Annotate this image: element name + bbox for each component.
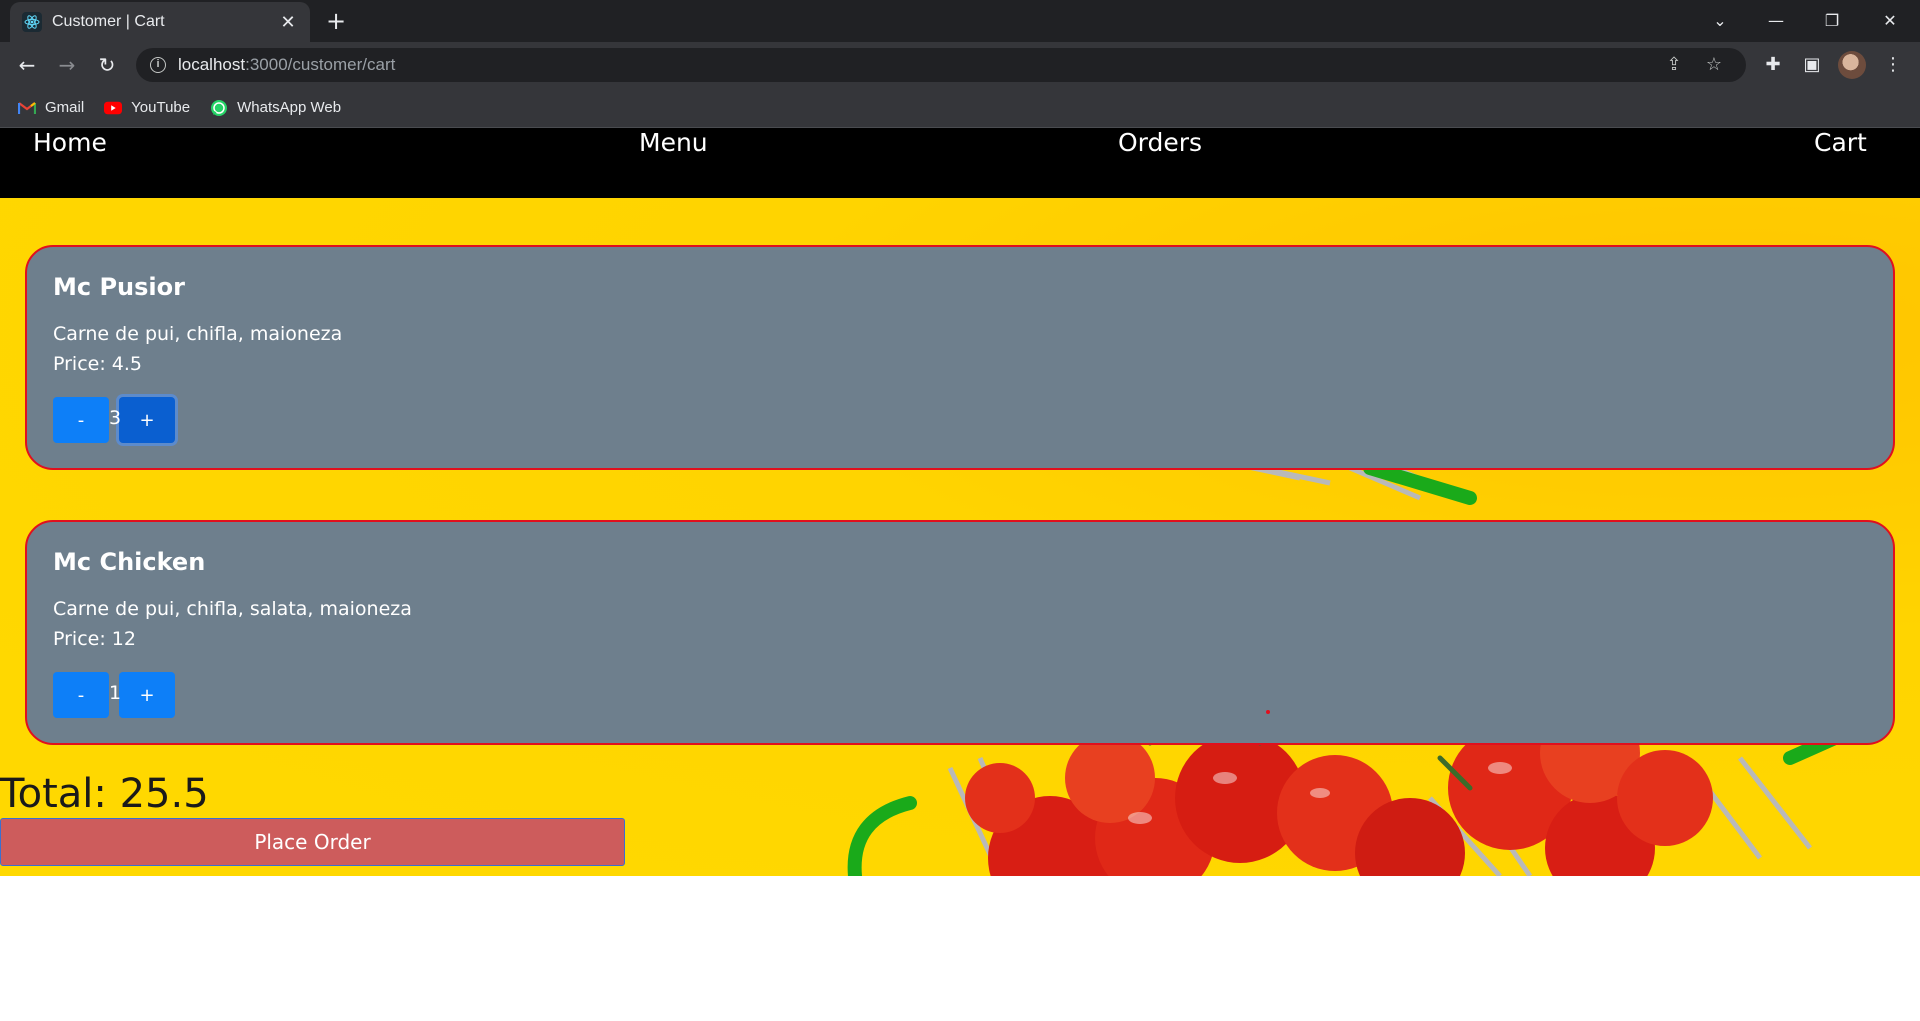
bookmark-label: Gmail — [45, 99, 85, 116]
stray-dot — [1266, 710, 1270, 714]
url-host: localhost — [178, 55, 246, 74]
tab-title: Customer | Cart — [52, 13, 165, 30]
share-icon[interactable]: ⇪ — [1659, 54, 1689, 75]
new-tab-button[interactable]: + — [322, 8, 350, 36]
bookmark-gmail[interactable]: Gmail — [18, 99, 84, 117]
bookmark-youtube[interactable]: YouTube — [104, 99, 190, 117]
whatsapp-icon — [210, 99, 228, 117]
decrease-quantity-button[interactable]: - — [53, 397, 109, 443]
item-price: Price: 12 — [53, 628, 136, 650]
nav-home-link[interactable]: Home — [33, 128, 107, 198]
page-viewport: Home Menu Orders Cart Mc Pusior Carne de… — [0, 128, 1920, 1021]
quantity-stepper: - 3 + — [53, 397, 175, 443]
quantity-stepper: - 1 + — [53, 672, 175, 718]
site-navbar: Home Menu Orders Cart — [0, 128, 1920, 198]
browser-toolbar: ← → ↻ i localhost:3000/customer/cart ⇪ ☆… — [0, 42, 1920, 88]
increase-quantity-button[interactable]: + — [119, 397, 175, 443]
forward-arrow-icon[interactable]: → — [52, 50, 82, 80]
cart-item-card: Mc Pusior Carne de pui, chifla, maioneza… — [25, 245, 1895, 470]
restore-icon[interactable]: ❐ — [1812, 6, 1852, 36]
site-info-icon[interactable]: i — [150, 57, 166, 73]
address-bar[interactable]: i localhost:3000/customer/cart ⇪ ☆ — [136, 48, 1746, 82]
plus-icon: + — [325, 7, 347, 35]
cart-background: Mc Pusior Carne de pui, chifla, maioneza… — [0, 198, 1920, 876]
extensions-puzzle-icon[interactable]: ✚ — [1758, 50, 1788, 80]
nav-menu-link[interactable]: Menu — [639, 128, 708, 198]
bookmark-star-icon[interactable]: ☆ — [1699, 54, 1729, 75]
gmail-icon — [18, 99, 36, 117]
more-menu-icon[interactable]: ⋮ — [1878, 50, 1908, 80]
nav-cart-link[interactable]: Cart — [1814, 128, 1867, 198]
browser-tab[interactable]: Customer | Cart ✕ — [10, 2, 310, 42]
react-icon — [22, 12, 42, 32]
back-arrow-icon[interactable]: ← — [12, 50, 42, 80]
cart-total: Total: 25.5 — [0, 771, 209, 817]
cart-item-card: Mc Chicken Carne de pui, chifla, salata,… — [25, 520, 1895, 745]
item-name: Mc Chicken — [53, 548, 206, 576]
decrease-quantity-button[interactable]: - — [53, 672, 109, 718]
bookmark-label: YouTube — [131, 99, 191, 116]
side-panel-icon[interactable]: ▣ — [1797, 50, 1827, 80]
bookmark-label: WhatsApp Web — [237, 99, 342, 116]
minimize-icon[interactable]: — — [1756, 6, 1796, 36]
item-price: Price: 4.5 — [53, 353, 143, 375]
youtube-icon — [104, 99, 123, 117]
item-quantity: 3 — [109, 407, 122, 429]
tab-close-icon[interactable]: ✕ — [278, 12, 298, 33]
item-description: Carne de pui, chifla, salata, maioneza — [53, 598, 412, 620]
tab-search-chevron-icon[interactable]: ⌄ — [1700, 6, 1740, 36]
item-quantity: 1 — [109, 682, 122, 704]
nav-orders-link[interactable]: Orders — [1118, 128, 1202, 198]
item-description: Carne de pui, chifla, maioneza — [53, 323, 343, 345]
item-name: Mc Pusior — [53, 273, 185, 301]
increase-quantity-button[interactable]: + — [119, 672, 175, 718]
place-order-button[interactable]: Place Order — [0, 818, 625, 866]
bookmarks-bar: Gmail YouTube WhatsApp Web — [0, 88, 1920, 128]
window-close-icon[interactable]: ✕ — [1870, 6, 1910, 36]
url-path: :3000/customer/cart — [245, 55, 396, 74]
bookmark-whatsapp[interactable]: WhatsApp Web — [210, 99, 341, 117]
profile-avatar[interactable] — [1838, 51, 1866, 79]
reload-icon[interactable]: ↻ — [92, 50, 122, 80]
browser-tabstrip: Customer | Cart ✕ + ⌄ — ❐ ✕ — [0, 0, 1920, 42]
